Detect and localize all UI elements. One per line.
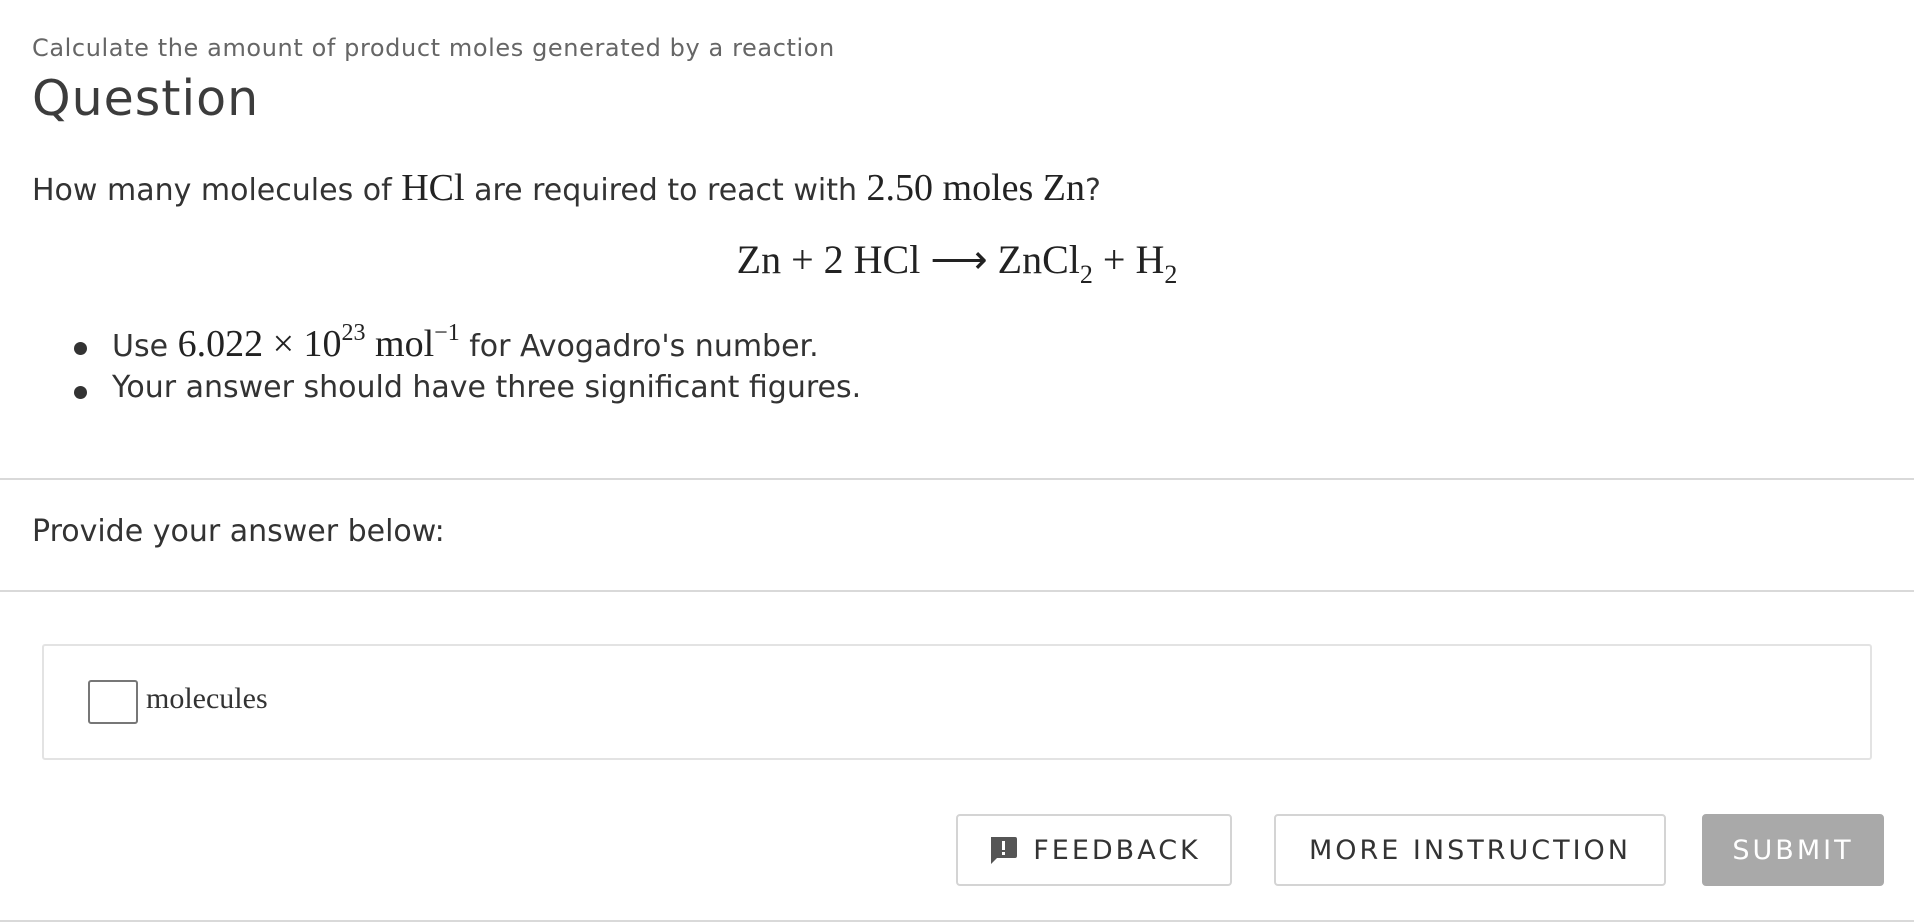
answer-container: molecules xyxy=(42,644,1872,760)
avogadro-value: 6.022 × 1023 mol−1 xyxy=(177,320,460,365)
instruction-avogadro-prefix: Use xyxy=(112,329,178,364)
divider xyxy=(0,478,1914,480)
eq-zncl-subscript: 2 xyxy=(1079,260,1093,289)
page-title: Question xyxy=(32,70,260,127)
instruction-avogadro: Use 6.022 × 1023 mol−1 for Avogadro's nu… xyxy=(72,320,861,366)
avogadro-mantissa: 6.022 × 10 xyxy=(177,323,342,365)
bullet-dot xyxy=(74,342,87,355)
eq-h2: H2 xyxy=(1135,237,1177,288)
eq-plus-2: + xyxy=(1102,237,1126,282)
instruction-avogadro-suffix: for Avogadro's number. xyxy=(459,329,819,364)
submit-label: SUBMIT xyxy=(1732,834,1854,866)
eq-zncl: ZnCl xyxy=(997,237,1080,282)
eq-arrow: ⟶ xyxy=(930,237,988,282)
feedback-icon xyxy=(987,834,1019,866)
avogadro-unit-exponent: −1 xyxy=(434,320,460,346)
instructions-list: Use 6.022 × 1023 mol−1 for Avogadro's nu… xyxy=(72,320,861,410)
avogadro-unit: mol xyxy=(365,323,435,365)
more-instruction-label: MORE INSTRUCTION xyxy=(1308,834,1632,866)
answer-unit: molecules xyxy=(146,682,268,715)
eq-zncl2: ZnCl2 xyxy=(997,237,1093,288)
eq-plus-1: + xyxy=(791,237,814,282)
prompt-hcl: HCl xyxy=(401,167,465,209)
instruction-sig-figs: Your answer should have three significan… xyxy=(72,366,861,410)
breadcrumb: Calculate the amount of product moles ge… xyxy=(32,34,835,62)
prompt-suffix: ? xyxy=(1085,173,1101,208)
more-instruction-button[interactable]: MORE INSTRUCTION xyxy=(1274,814,1666,886)
eq-hcl: HCl xyxy=(853,237,921,282)
eq-h-subscript: 2 xyxy=(1164,260,1178,289)
question-prompt: How many molecules of HCl are required t… xyxy=(32,164,1101,215)
feedback-label: FEEDBACK xyxy=(1033,834,1201,866)
reaction-equation: Zn + 2 HCl ⟶ ZnCl2 + H2 xyxy=(0,236,1914,288)
answer-input[interactable] xyxy=(88,680,138,724)
feedback-button[interactable]: FEEDBACK xyxy=(956,814,1232,886)
eq-coefficient: 2 xyxy=(823,237,844,282)
divider xyxy=(0,590,1914,592)
answer-label: Provide your answer below: xyxy=(32,514,445,549)
prompt-amount: 2.50 moles Zn xyxy=(866,167,1085,209)
instruction-sig-figs-text: Your answer should have three significan… xyxy=(112,370,862,405)
submit-button[interactable]: SUBMIT xyxy=(1702,814,1884,886)
prompt-middle: are required to react with xyxy=(464,173,867,208)
divider xyxy=(0,920,1914,922)
bullet-dot xyxy=(74,386,87,399)
question-page: Calculate the amount of product moles ge… xyxy=(0,0,1914,924)
avogadro-exponent: 23 xyxy=(341,320,366,346)
prompt-prefix: How many molecules of xyxy=(32,173,402,208)
eq-zn: Zn xyxy=(736,237,782,282)
eq-h: H xyxy=(1135,237,1165,282)
